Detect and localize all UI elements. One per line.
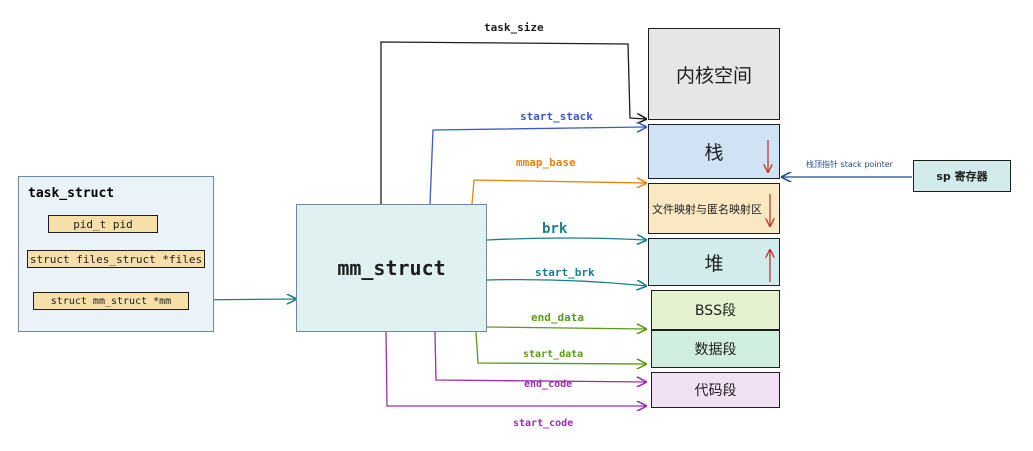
sp-register-box: sp 寄存器: [913, 160, 1011, 192]
label-task-size: task_size: [484, 21, 544, 34]
label-end-data: end_data: [531, 311, 584, 324]
label-start-data: start_data: [523, 349, 584, 360]
label-start-brk: start_brk: [535, 266, 595, 279]
label-end-code: end_code: [524, 379, 573, 390]
label-mmap-base: mmap_base: [516, 156, 576, 169]
sp-note: 栈顶指针 stack pointer: [806, 160, 893, 169]
sp-register-label: sp 寄存器: [936, 170, 988, 183]
growth-arrows: [0, 140, 1033, 282]
label-start-stack: start_stack: [520, 110, 593, 123]
label-start-code: start_code: [513, 418, 574, 429]
label-brk: brk: [542, 221, 568, 237]
